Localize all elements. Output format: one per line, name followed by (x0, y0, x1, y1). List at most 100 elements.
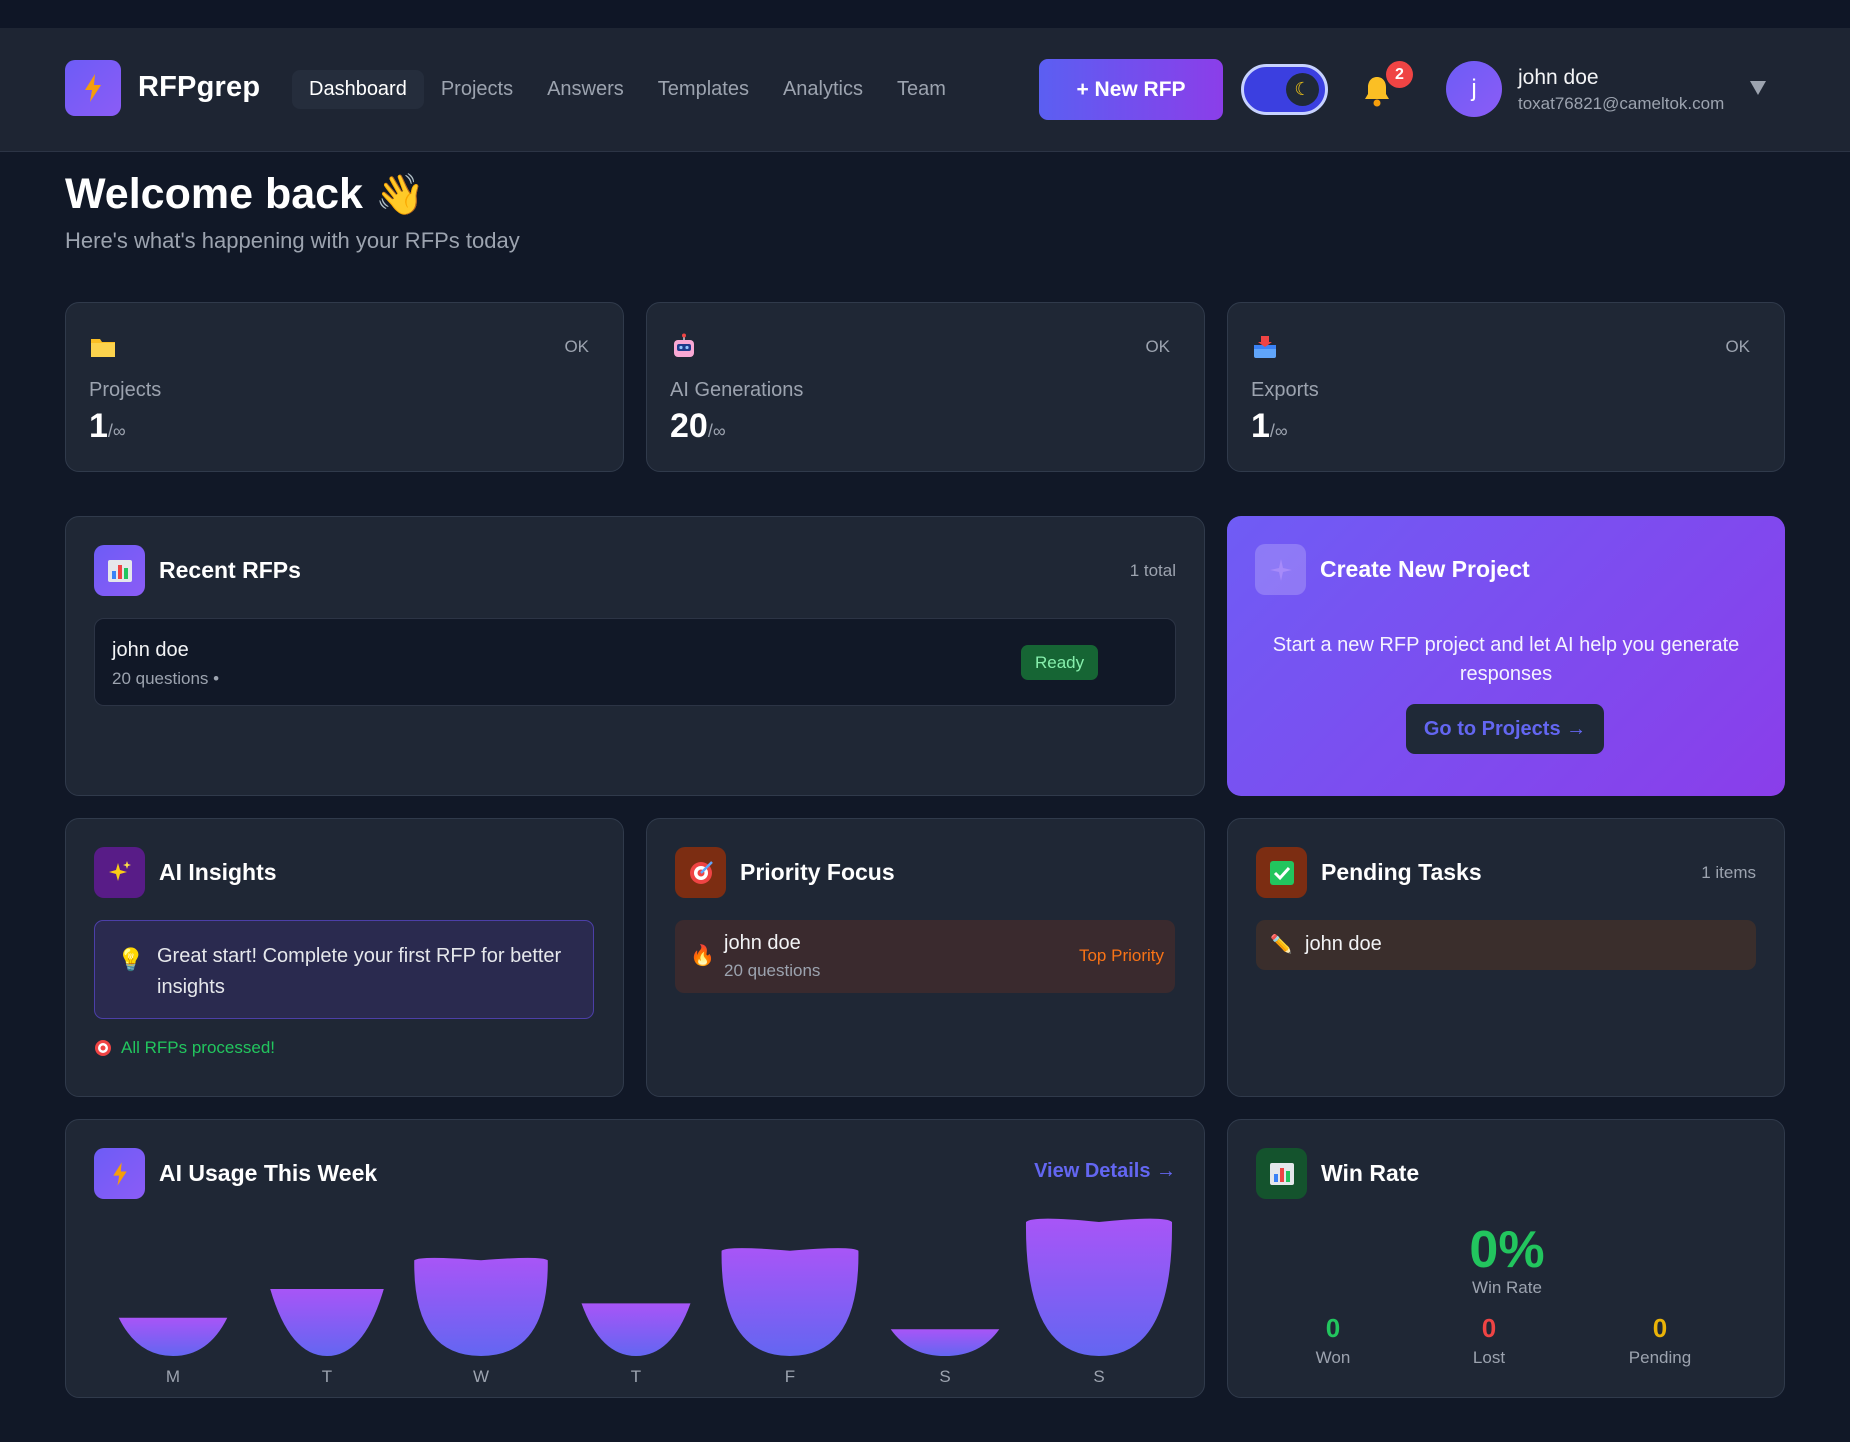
list-item[interactable]: john doe 20 questions • Ready (94, 618, 1176, 706)
lost-label: Lost (1472, 1348, 1506, 1367)
lost-stat: 0 Lost (1429, 1313, 1549, 1368)
stat-limit: /∞ (1269, 421, 1288, 441)
moon-icon: ☾ (1286, 73, 1319, 106)
day-label: S (939, 1367, 950, 1386)
top-strip (0, 0, 1850, 28)
status-badge: Ready (1021, 645, 1099, 680)
ai-usage-card: AI Usage This Week View Details → MTWTFS… (65, 1119, 1205, 1398)
usage-bar (890, 1329, 1000, 1356)
section-title: Create New Project (1320, 556, 1530, 582)
list-item[interactable]: ✏️ john doe (1256, 920, 1756, 970)
task-name: john doe (1305, 933, 1382, 955)
go-to-projects-button[interactable]: Go to Projects → (1406, 704, 1604, 754)
usage-bar (721, 1248, 859, 1356)
avatar[interactable]: j (1446, 61, 1502, 117)
lightning-icon (85, 74, 101, 102)
rfp-count: 1 total (1129, 561, 1176, 580)
page-subtitle: Here's what's happening with your RFPs t… (65, 228, 520, 253)
day-label: W (473, 1367, 489, 1386)
create-description: Start a new RFP project and let AI help … (1272, 634, 1740, 685)
rfp-meta: 20 questions • (112, 669, 220, 688)
logo[interactable] (65, 60, 121, 116)
checkmark-icon (1256, 847, 1307, 898)
sparkle-icon (1255, 544, 1306, 595)
stat-value: 1/∞ (1251, 407, 1288, 446)
nav-projects[interactable]: Projects (424, 70, 530, 109)
usage-bar (414, 1257, 548, 1356)
usage-bar (118, 1317, 228, 1356)
lightbulb-icon: 💡 (117, 947, 145, 972)
sparkles-icon (94, 847, 145, 898)
won-label: Won (1315, 1348, 1351, 1367)
priority-focus-card: Priority Focus 🔥 john doe 20 questions T… (646, 818, 1205, 1097)
win-rate-label: Win Rate (1472, 1278, 1542, 1297)
section-title: Pending Tasks (1321, 859, 1482, 885)
app-header: RFPgrep Dashboard Projects Answers Templ… (0, 28, 1850, 152)
ai-insights-card: AI Insights 💡 Great start! Complete your… (65, 818, 624, 1097)
won-stat: 0 Won (1273, 1313, 1393, 1368)
lost-count: 0 (1481, 1313, 1497, 1343)
stat-value: 20/∞ (670, 407, 726, 446)
outbox-icon (1254, 336, 1276, 358)
win-rate-percent: 0% (1469, 1221, 1545, 1279)
folder-icon (91, 339, 115, 357)
new-rfp-button[interactable]: + New RFP (1039, 59, 1223, 120)
stat-number: 20 (670, 407, 708, 445)
welcome-text: Welcome back (65, 170, 363, 218)
robot-icon (674, 333, 694, 357)
stat-number: 1 (1251, 407, 1270, 445)
nav-dashboard[interactable]: Dashboard (292, 70, 424, 109)
nav-templates[interactable]: Templates (641, 70, 766, 109)
day-label: S (1093, 1367, 1104, 1386)
main-nav: Dashboard Projects Answers Templates Ana… (292, 70, 963, 109)
processed-status: All RFPs processed! (94, 1038, 275, 1058)
stat-card-exports: OK Exports 1/∞ (1227, 302, 1785, 472)
chart-icon (1256, 1148, 1307, 1199)
recent-rfps-card: Recent RFPs 1 total john doe 20 question… (65, 516, 1205, 796)
nav-answers[interactable]: Answers (530, 70, 641, 109)
stat-card-ai-generations: OK AI Generations 20/∞ (646, 302, 1205, 472)
stat-status: OK (1145, 337, 1170, 356)
theme-toggle[interactable]: ☾ (1241, 64, 1328, 115)
brand-name[interactable]: RFPgrep (138, 71, 260, 104)
chevron-down-icon[interactable] (1748, 78, 1768, 98)
usage-bar (581, 1303, 691, 1356)
day-label: T (631, 1367, 641, 1386)
fire-icon: 🔥 (690, 945, 715, 967)
win-rate-card: Win Rate 0% Win Rate 0 Won 0 Lost 0 Pend… (1227, 1119, 1785, 1398)
priority-tag: Top Priority (1078, 946, 1164, 965)
stat-status: OK (564, 337, 589, 356)
user-email: toxat76821@cameltok.com (1518, 94, 1725, 113)
usage-bar (1025, 1218, 1173, 1356)
stat-number: 1 (89, 407, 108, 445)
nav-team[interactable]: Team (880, 70, 963, 109)
processed-text: All RFPs processed! (121, 1038, 275, 1057)
rfp-name: john doe (112, 639, 189, 661)
pending-label: Pending (1628, 1348, 1692, 1367)
insight-box: 💡 Great start! Complete your first RFP f… (94, 920, 594, 1019)
pending-tasks-card: Pending Tasks 1 items ✏️ john doe (1227, 818, 1785, 1097)
stat-status: OK (1725, 337, 1750, 356)
nav-analytics[interactable]: Analytics (766, 70, 880, 109)
section-title: Win Rate (1321, 1160, 1420, 1186)
usage-bar (270, 1289, 384, 1356)
stat-card-projects: OK Projects 1/∞ (65, 302, 624, 472)
day-label: T (322, 1367, 332, 1386)
section-title: AI Insights (159, 859, 277, 885)
stat-limit: /∞ (707, 421, 726, 441)
priority-meta: 20 questions (724, 961, 821, 980)
chart-icon (94, 545, 145, 596)
stat-value: 1/∞ (89, 407, 126, 446)
pending-stat: 0 Pending (1600, 1313, 1720, 1368)
stat-label: AI Generations (670, 379, 804, 401)
create-project-card: Create New Project Start a new RFP proje… (1227, 516, 1785, 796)
list-item[interactable]: 🔥 john doe 20 questions Top Priority (675, 920, 1175, 993)
target-icon (675, 847, 726, 898)
stat-limit: /∞ (107, 421, 126, 441)
pencil-icon: ✏️ (1270, 934, 1293, 954)
section-title: Priority Focus (740, 859, 895, 885)
section-title: Recent RFPs (159, 557, 301, 583)
target-icon (95, 1040, 111, 1056)
notification-badge: 2 (1386, 61, 1413, 88)
usage-chart: MTWTFSS (118, 1218, 1173, 1386)
